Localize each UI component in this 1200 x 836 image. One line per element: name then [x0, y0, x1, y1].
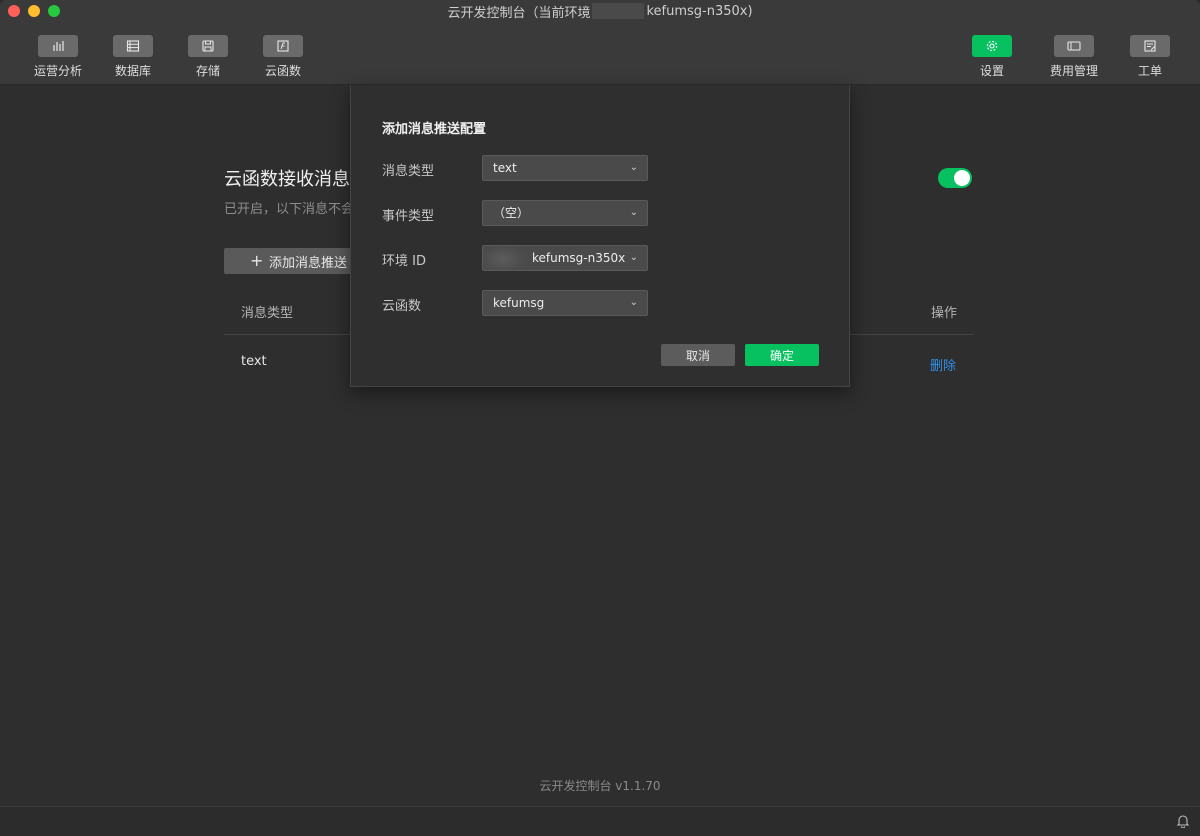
cloud-function-value: kefumsg: [493, 296, 545, 310]
dialog-title: 添加消息推送配置: [382, 122, 487, 137]
billing-icon[interactable]: [1054, 35, 1094, 57]
close-window-button[interactable]: [8, 5, 20, 17]
add-push-config-dialog: 添加消息推送配置 消息类型 text ⌄ 事件类型 （空） ⌄ 环境 ID ke…: [350, 85, 850, 387]
label-cloud-function: 云函数: [382, 299, 422, 314]
toolbar-label-ticket: 工单: [1137, 64, 1162, 78]
bar-chart-icon[interactable]: [38, 35, 78, 57]
toolbar-label-database: 数据库: [114, 64, 151, 78]
message-type-value: text: [493, 161, 517, 175]
add-message-push-button[interactable]: + 添加消息推送: [224, 248, 354, 274]
cloud-function-select[interactable]: kefumsg ⌄: [482, 290, 648, 316]
env-id-select[interactable]: kefumsg-n350x ⌄: [482, 245, 648, 271]
form-row-message-type: 消息类型 text ⌄: [382, 155, 822, 181]
label-event-type: 事件类型: [382, 209, 435, 224]
delete-link[interactable]: 删除: [930, 355, 956, 374]
section-description: 已开启，以下消息不会: [224, 202, 355, 217]
toolbar-label-settings: 设置: [979, 64, 1004, 78]
column-header-action: 操作: [931, 306, 958, 321]
app-window: 云开发控制台（当前环境 kefumsg-n350x) 运营分析 数据库 存储 云…: [0, 0, 1200, 836]
label-message-type: 消息类型: [382, 164, 435, 179]
chevron-down-icon: ⌄: [629, 162, 638, 173]
toolbar-item-analytics[interactable]: 运营分析: [34, 35, 82, 79]
event-type-select[interactable]: （空） ⌄: [482, 200, 648, 226]
database-icon[interactable]: [113, 35, 153, 57]
plus-icon: +: [250, 251, 264, 270]
storage-icon[interactable]: [188, 35, 228, 57]
cloud-function-icon[interactable]: [263, 35, 303, 57]
section-title: 云函数接收消息推: [224, 169, 368, 190]
toolbar-item-settings[interactable]: 设置: [972, 35, 1012, 79]
table-cell-type: text: [241, 354, 267, 369]
toolbar-label-billing: 费用管理: [1050, 64, 1099, 78]
form-row-event-type: 事件类型 （空） ⌄: [382, 200, 822, 226]
toolbar-label-cloud-function: 云函数: [264, 64, 301, 78]
message-type-select[interactable]: text ⌄: [482, 155, 648, 181]
status-bar: [0, 806, 1200, 836]
window-controls: [8, 5, 60, 17]
gear-icon[interactable]: [972, 35, 1012, 57]
toolbar-item-cloud-function[interactable]: 云函数: [263, 35, 303, 79]
message-push-toggle[interactable]: [938, 168, 972, 188]
label-env-id: 环境 ID: [382, 254, 426, 269]
toolbar-label-analytics: 运营分析: [34, 64, 83, 78]
main-toolbar: 运营分析 数据库 存储 云函数 设置 费用管理 工单: [0, 22, 1200, 85]
confirm-button[interactable]: 确定: [745, 344, 819, 366]
ticket-icon[interactable]: [1130, 35, 1170, 57]
toolbar-label-storage: 存储: [195, 64, 220, 78]
chevron-down-icon: ⌄: [629, 297, 638, 308]
form-row-cloud-function: 云函数 kefumsg ⌄: [382, 290, 822, 316]
toolbar-item-billing[interactable]: 费用管理: [1050, 35, 1098, 79]
env-id-value: kefumsg-n350x: [532, 251, 626, 265]
redacted-env-prefix: [483, 246, 527, 270]
bell-icon[interactable]: [1176, 814, 1190, 828]
minimize-window-button[interactable]: [28, 5, 40, 17]
toolbar-item-storage[interactable]: 存储: [188, 35, 228, 79]
column-header-type: 消息类型: [241, 306, 294, 321]
cancel-button[interactable]: 取消: [661, 344, 735, 366]
event-type-value: （空）: [493, 206, 530, 220]
window-title-suffix: kefumsg-n350x): [646, 3, 753, 19]
version-label: 云开发控制台 v1.1.70: [539, 779, 661, 793]
toolbar-item-database[interactable]: 数据库: [113, 35, 153, 79]
chevron-down-icon: ⌄: [629, 207, 638, 218]
add-button-label: 添加消息推送: [269, 255, 348, 271]
redacted-env-prefix: [592, 3, 645, 19]
form-row-env-id: 环境 ID kefumsg-n350x ⌄: [382, 245, 822, 271]
window-title-prefix: 云开发控制台（当前环境: [447, 5, 591, 21]
title-bar: 云开发控制台（当前环境 kefumsg-n350x): [0, 0, 1200, 22]
maximize-window-button[interactable]: [48, 5, 60, 17]
toggle-knob: [954, 170, 970, 186]
chevron-down-icon: ⌄: [629, 252, 638, 263]
toolbar-item-ticket[interactable]: 工单: [1130, 35, 1170, 79]
